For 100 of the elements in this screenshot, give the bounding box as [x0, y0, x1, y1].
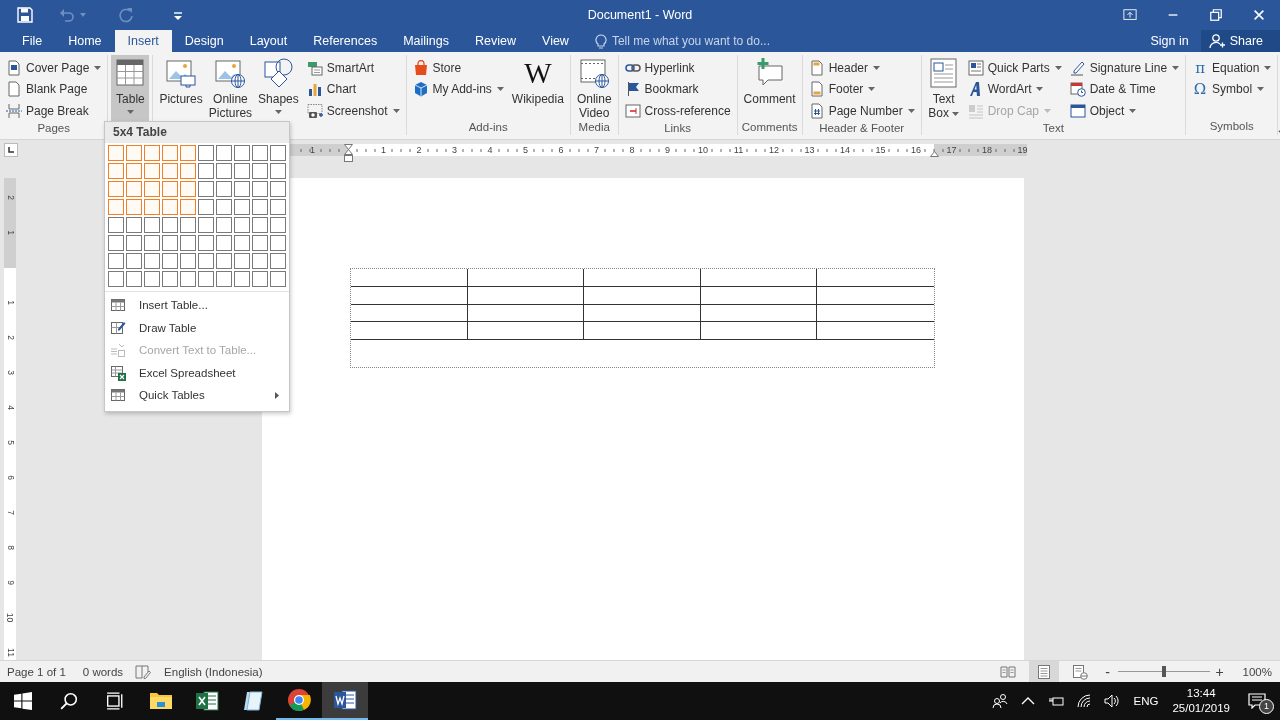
ribbon-button[interactable]: Text Box — [924, 55, 963, 121]
table-grid-cell[interactable] — [270, 199, 286, 215]
table-grid-cell[interactable] — [162, 217, 178, 233]
table-grid-cell[interactable] — [108, 145, 124, 161]
table-grid-cell[interactable] — [198, 145, 214, 161]
table-grid-cell[interactable] — [216, 271, 232, 287]
ribbon-button[interactable]: Page Break — [3, 100, 105, 122]
ribbon-tab[interactable]: View — [529, 30, 582, 52]
table-grid-cell[interactable] — [270, 235, 286, 251]
table-grid-cell[interactable] — [234, 199, 250, 215]
ribbon-button[interactable]: Ω Symbol — [1189, 78, 1275, 100]
share-button[interactable]: Share — [1200, 30, 1280, 52]
save-icon[interactable] — [17, 7, 33, 23]
wifi-icon[interactable] — [1075, 693, 1092, 709]
sign-in-link[interactable]: Sign in — [1150, 34, 1189, 48]
clock-time[interactable]: 13:44 — [1186, 686, 1216, 701]
ribbon-tab[interactable]: References — [300, 30, 391, 52]
table-grid-cell[interactable] — [126, 217, 142, 233]
table-grid-cell[interactable] — [180, 199, 196, 215]
ribbon-button[interactable]: Cross-reference — [621, 100, 734, 122]
table-grid-cell[interactable] — [270, 271, 286, 287]
table-grid-cell[interactable] — [180, 253, 196, 269]
table-grid-cell[interactable] — [252, 199, 268, 215]
table-grid-cell[interactable] — [234, 253, 250, 269]
table-grid-cell[interactable] — [270, 163, 286, 179]
table-grid-cell[interactable] — [180, 163, 196, 179]
clock-date[interactable]: 25/01/2019 — [1172, 701, 1230, 716]
ribbon-button[interactable]: Chart — [303, 78, 403, 100]
table-grid-cell[interactable] — [108, 181, 124, 197]
table-grid-cell[interactable] — [216, 145, 232, 161]
table-grid-cell[interactable] — [108, 217, 124, 233]
table-grid-cell[interactable] — [234, 145, 250, 161]
table-grid-cell[interactable] — [144, 163, 160, 179]
table-grid-cell[interactable] — [162, 163, 178, 179]
table-grid-cell[interactable] — [126, 163, 142, 179]
zoom-level[interactable]: 100% — [1242, 665, 1272, 678]
ribbon-button[interactable]: Header — [805, 57, 918, 79]
table-grid-cell[interactable] — [162, 199, 178, 215]
table-grid-cell[interactable] — [126, 271, 142, 287]
table-grid-cell[interactable] — [216, 253, 232, 269]
ribbon-button[interactable]: Page Number — [805, 100, 918, 122]
table-grid-cell[interactable] — [108, 253, 124, 269]
ribbon-button[interactable]: Hyperlink — [621, 57, 734, 79]
ribbon-button[interactable]: Bookmark — [621, 78, 734, 100]
table-grid-cell[interactable] — [162, 181, 178, 197]
ribbon-button[interactable]: Online Pictures — [205, 55, 256, 121]
table-grid-cell[interactable] — [198, 271, 214, 287]
table-grid-cell[interactable] — [252, 235, 268, 251]
proofing-icon[interactable] — [135, 664, 152, 679]
ribbon-button[interactable]: My Add-ins — [409, 78, 507, 100]
table-grid-cell[interactable] — [198, 253, 214, 269]
menu-item[interactable]: Quick Tables — [105, 384, 289, 407]
table-grid-cell[interactable] — [216, 181, 232, 197]
caret-icon[interactable] — [80, 13, 86, 17]
table-grid-cell[interactable] — [252, 253, 268, 269]
view-button[interactable] — [1028, 661, 1059, 682]
table-grid-cell[interactable] — [180, 145, 196, 161]
table-grid-cell[interactable] — [162, 253, 178, 269]
table-grid-cell[interactable] — [270, 253, 286, 269]
table-grid-cell[interactable] — [234, 271, 250, 287]
table-grid-cell[interactable] — [126, 181, 142, 197]
zoom-out-button[interactable]: - — [1100, 663, 1115, 680]
table-grid-cell[interactable] — [126, 199, 142, 215]
ribbon-button[interactable]: Cover Page — [3, 57, 105, 79]
ribbon-tab[interactable]: Mailings — [390, 30, 462, 52]
table-grid-cell[interactable] — [108, 235, 124, 251]
table-grid-cell[interactable] — [234, 235, 250, 251]
ribbon-button[interactable]: π Equation — [1189, 57, 1275, 79]
table-grid-cell[interactable] — [234, 217, 250, 233]
menu-item[interactable]: Insert Table... — [105, 294, 289, 317]
table-grid-cell[interactable] — [216, 217, 232, 233]
table-grid-cell[interactable] — [180, 271, 196, 287]
ribbon-button[interactable]: Table — [111, 55, 150, 121]
table-grid-cell[interactable] — [252, 145, 268, 161]
ribbon-tab[interactable]: Insert — [114, 30, 172, 52]
table-grid-cell[interactable] — [108, 199, 124, 215]
table-grid-cell[interactable] — [234, 163, 250, 179]
table-grid-cell[interactable] — [126, 253, 142, 269]
table-grid-cell[interactable] — [234, 181, 250, 197]
tab-selector-icon[interactable] — [4, 143, 18, 157]
table-grid-cell[interactable] — [252, 217, 268, 233]
table-grid-cell[interactable] — [144, 253, 160, 269]
people-icon[interactable] — [991, 693, 1008, 709]
table-grid-cell[interactable] — [126, 145, 142, 161]
table-grid-cell[interactable] — [252, 181, 268, 197]
ribbon-button[interactable]: Shapes — [255, 55, 302, 121]
table-grid-cell[interactable] — [180, 217, 196, 233]
ribbon-button[interactable]: Comment — [740, 55, 799, 121]
ribbon-button[interactable]: Blank Page — [3, 78, 105, 100]
ribbon-button[interactable]: Footer — [805, 78, 918, 100]
table-grid-cell[interactable] — [144, 145, 160, 161]
table-grid-cell[interactable] — [144, 181, 160, 197]
ribbon-button[interactable]: SmartArt — [303, 57, 403, 79]
ribbon-tab[interactable]: Review — [462, 30, 529, 52]
table-grid-cell[interactable] — [144, 235, 160, 251]
menu-item[interactable]: Draw Table — [105, 316, 289, 339]
table-grid-cell[interactable] — [252, 163, 268, 179]
task-view-icon[interactable] — [106, 692, 124, 710]
table-grid-cell[interactable] — [180, 181, 196, 197]
notification-icon[interactable] — [1248, 693, 1266, 709]
